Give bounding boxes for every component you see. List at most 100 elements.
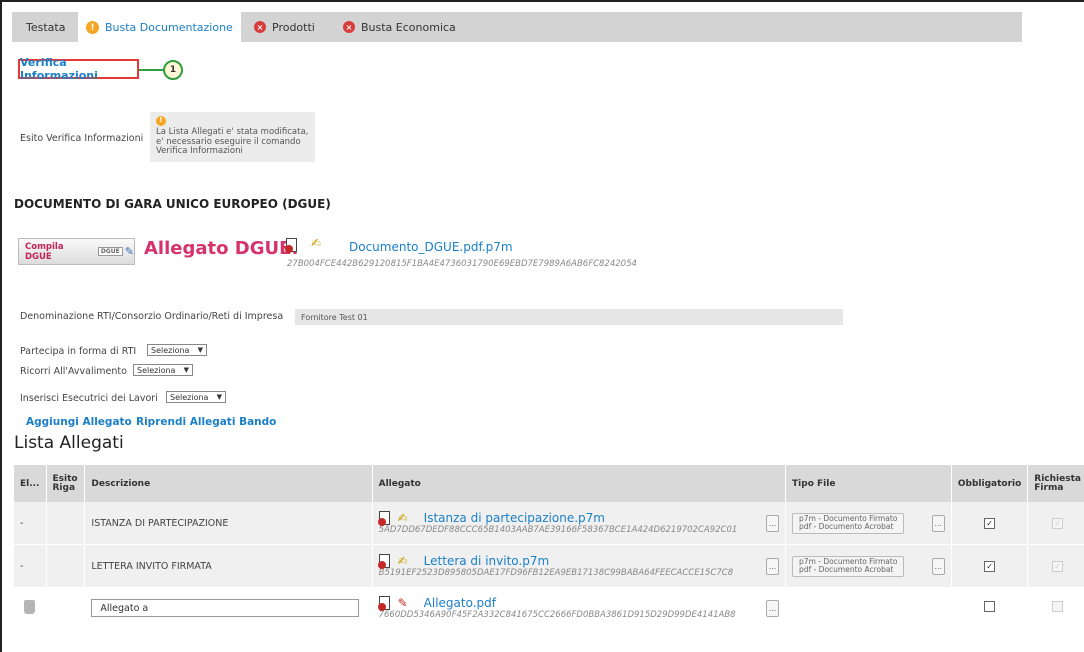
- verifica-informazioni-button[interactable]: Verifica Informazioni: [18, 56, 139, 82]
- tipo-file-options-button[interactable]: ...: [931, 514, 945, 532]
- pdf-icon: [377, 554, 390, 569]
- esito-label: Esito Verifica Informazioni: [20, 133, 144, 144]
- window-left-border: [0, 0, 2, 652]
- tipo-file-options-button[interactable]: ...: [931, 557, 945, 575]
- obbligatorio-checkbox[interactable]: ✓: [984, 517, 996, 529]
- row-obbligatorio: ✓: [951, 502, 1029, 545]
- avvalimento-label: Ricorri All'Avvalimento: [20, 366, 127, 377]
- chevron-down-icon: ▼: [183, 366, 189, 374]
- col-header-obbligatorio[interactable]: Obbligatorio: [951, 465, 1029, 502]
- table-header-row: El... Esito Riga Descrizione Allegato Tip…: [14, 465, 1084, 502]
- signature-icon: ✍: [397, 554, 408, 568]
- allegato-dgue-label: Allegato DGUE:: [144, 238, 299, 259]
- chevron-down-icon: ▼: [216, 393, 222, 401]
- avvalimento-select[interactable]: Seleziona ▼: [133, 364, 193, 376]
- esito-message-box: ! La Lista Allegati e' stata modificata,…: [150, 112, 315, 162]
- chevron-down-icon: ▼: [197, 346, 203, 354]
- denominazione-field[interactable]: Fornitore Test 01: [295, 309, 843, 325]
- file-link[interactable]: Allegato.pdf: [424, 596, 496, 610]
- tab-label: Busta Documentazione: [105, 21, 233, 34]
- compila-dgue-label: Compila DGUE: [25, 241, 64, 262]
- warning-icon: !: [86, 21, 99, 34]
- tab-busta-documentazione[interactable]: ! Busta Documentazione: [78, 12, 241, 43]
- error-icon: ×: [254, 21, 266, 33]
- window-top-border: [0, 0, 1084, 2]
- trash-icon[interactable]: [24, 599, 36, 614]
- tab-prodotti[interactable]: × Prodotti: [254, 12, 315, 42]
- descrizione-input[interactable]: Allegato a: [91, 599, 360, 617]
- row-obbligatorio: ✓: [951, 544, 1029, 588]
- allegati-table: El... Esito Riga Descrizione Allegato Tip…: [14, 465, 1084, 629]
- col-header-esito[interactable]: Esito Riga: [46, 465, 86, 502]
- row-tipo-file: [785, 587, 952, 629]
- col-header-richiesta-firma[interactable]: Richiesta Firma: [1027, 465, 1084, 502]
- obbligatorio-checkbox[interactable]: ✓: [984, 560, 996, 572]
- more-options-button[interactable]: ...: [766, 557, 780, 575]
- row-allegato: ✍ Istanza di partecipazione.p7m 5AD7DD67…: [372, 502, 787, 545]
- riprendi-allegati-link[interactable]: Riprendi Allegati Bando: [136, 416, 276, 428]
- tipo-file-box: p7m - Documento Firmato pdf - Documento A…: [792, 512, 905, 534]
- tab-testata[interactable]: Testata: [26, 12, 65, 42]
- row-descrizione: LETTERA INVITO FIRMATA: [84, 544, 373, 588]
- pdf-icon: [377, 511, 390, 526]
- unsigned-icon: ✎: [397, 596, 408, 610]
- signature-icon: ✍: [397, 511, 408, 525]
- error-icon: ×: [343, 21, 355, 33]
- row-el: -: [14, 544, 47, 588]
- table-row: - LETTERA INVITO FIRMATA ✍ Lettera di in…: [14, 544, 1084, 588]
- tab-busta-economica[interactable]: × Busta Economica: [343, 12, 456, 42]
- col-header-descrizione[interactable]: Descrizione: [84, 465, 373, 502]
- tipo-line: pdf - Documento Acrobat: [799, 565, 894, 574]
- row-descrizione: Allegato a: [84, 587, 373, 629]
- tab-label: Testata: [26, 20, 66, 34]
- rti-select[interactable]: Seleziona ▼: [147, 344, 207, 356]
- pen-icon: ✎: [124, 245, 134, 258]
- esecutrici-select[interactable]: Seleziona ▼: [166, 391, 226, 403]
- row-obbligatorio: [951, 587, 1029, 629]
- obbligatorio-checkbox[interactable]: [984, 601, 996, 612]
- denominazione-label: Denominazione RTI/Consorzio Ordinario/Re…: [20, 311, 284, 322]
- tab-label: Busta Economica: [361, 20, 456, 34]
- row-tipo-file: p7m - Documento Firmato pdf - Documento A…: [785, 502, 952, 545]
- select-value: Seleziona: [151, 345, 190, 355]
- tab-label: Prodotti: [272, 20, 315, 34]
- file-link[interactable]: Istanza di partecipazione.p7m: [424, 511, 605, 525]
- row-tipo-file: p7m - Documento Firmato pdf - Documento A…: [785, 544, 952, 588]
- verifica-label: Verifica Informazioni: [20, 56, 98, 82]
- compila-dgue-button[interactable]: Compila DGUE DGUE ✎: [18, 238, 135, 265]
- callout-line: [139, 69, 163, 71]
- more-options-button[interactable]: ...: [766, 599, 780, 617]
- col-header-el[interactable]: El...: [14, 465, 47, 502]
- row-esito: [46, 587, 86, 629]
- firma-checkbox[interactable]: [1052, 601, 1064, 612]
- file-link[interactable]: Lettera di invito.p7m: [424, 554, 549, 568]
- row-firma: [1027, 587, 1084, 629]
- col-header-tipo-file[interactable]: Tipo File: [785, 465, 952, 502]
- pdf-icon: [285, 238, 297, 255]
- warning-icon: !: [156, 116, 166, 126]
- tipo-line: pdf - Documento Acrobat: [799, 522, 894, 531]
- select-value: Seleziona: [137, 365, 176, 375]
- row-firma: ✓: [1027, 502, 1084, 545]
- dgue-file-hash: 27B004FCE442B629120815F1BA4E4736031790E6…: [287, 259, 637, 269]
- row-descrizione: ISTANZA DI PARTECIPAZIONE: [84, 502, 373, 545]
- tipo-file-box: p7m - Documento Firmato pdf - Documento A…: [792, 555, 905, 577]
- firma-checkbox[interactable]: ✓: [1052, 517, 1064, 529]
- file-hash: B5191EF2523D895805DAE17FD96FB12EA9EB1713…: [378, 568, 734, 578]
- dgue-doc-icon: DGUE: [97, 247, 123, 256]
- header-line: Riga: [52, 482, 76, 493]
- row-allegato: ✍ Lettera di invito.p7m B5191EF2523D8958…: [372, 544, 787, 588]
- aggiungi-allegato-link[interactable]: Aggiungi Allegato: [26, 416, 132, 428]
- pdf-icon: [377, 596, 390, 611]
- more-options-button[interactable]: ...: [766, 514, 780, 532]
- signature-icon: ✍: [311, 236, 322, 250]
- row-el: [14, 587, 47, 629]
- dgue-file-link[interactable]: Documento_DGUE.pdf.p7m: [349, 240, 513, 254]
- firma-checkbox[interactable]: ✓: [1052, 560, 1064, 572]
- callout-number: 1: [163, 60, 183, 80]
- file-hash: 5AD7DD67DEDF88CCC65B1403AAB7AE39166F5836…: [378, 525, 738, 535]
- col-header-allegato[interactable]: Allegato: [372, 465, 787, 502]
- row-allegato: ✎ Allegato.pdf 7660DD5346A90F45F2A332C84…: [372, 587, 787, 629]
- lista-allegati-title: Lista Allegati: [14, 433, 124, 453]
- esecutrici-label: Inserisci Esecutrici dei Lavori: [20, 393, 158, 404]
